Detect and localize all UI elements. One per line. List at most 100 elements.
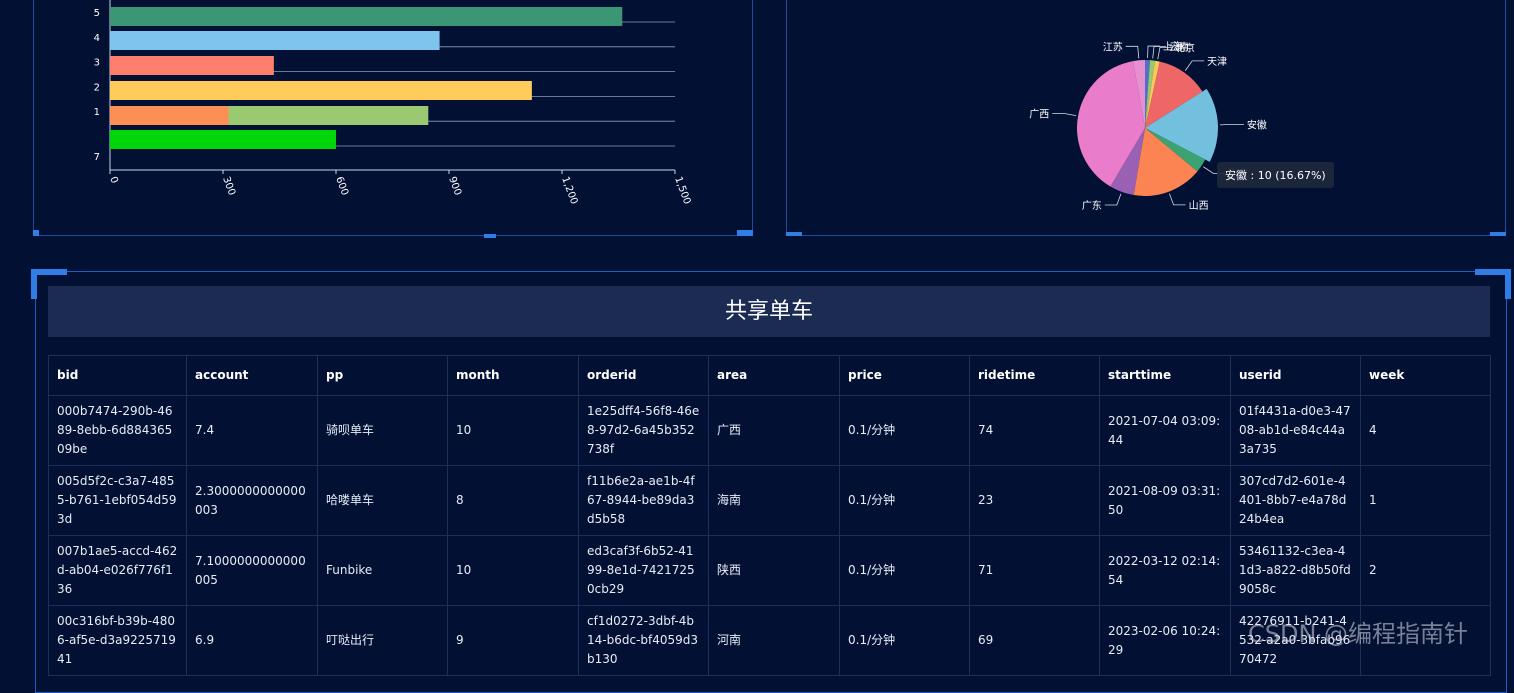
column-header-pp[interactable]: pp bbox=[317, 355, 448, 396]
cell-orderid: 1e25dff4-56f8-46e8-97d2-6a45b352738f bbox=[578, 395, 709, 466]
cell-ridetime: 74 bbox=[969, 395, 1100, 466]
cell-ridetime: 69 bbox=[969, 605, 1100, 676]
cell-bid: 007b1ae5-accd-462d-ab04-e026f776f136 bbox=[48, 535, 187, 606]
column-header-account[interactable]: account bbox=[186, 355, 318, 396]
cell-price: 0.1/分钟 bbox=[839, 535, 970, 606]
pie-label-line bbox=[1104, 193, 1122, 206]
table-row[interactable]: 007b1ae5-accd-462d-ab04-e026f776f136 7.10… bbox=[48, 535, 1491, 606]
bar-5[interactable] bbox=[110, 31, 440, 50]
cell-starttime: 2023-02-06 10:24:29 bbox=[1099, 605, 1231, 676]
cell-starttime: 2022-03-12 02:14:54 bbox=[1099, 535, 1231, 606]
bar-3[interactable] bbox=[110, 81, 532, 100]
pie-tooltip: 安徽 : 10 (16.67%) bbox=[1217, 162, 1334, 188]
cell-bid: 005d5f2c-c3a7-4855-b761-1ebf054d593d bbox=[48, 465, 187, 536]
cell-month: 10 bbox=[447, 395, 579, 466]
cell-area: 海南 bbox=[708, 465, 840, 536]
column-header-bid[interactable]: bid bbox=[48, 355, 187, 396]
cell-area: 广西 bbox=[708, 395, 840, 466]
cell-area: 陕西 bbox=[708, 535, 840, 606]
y-tick-label: 4 bbox=[94, 33, 100, 44]
cell-bid: 00c316bf-b39b-4806-af5e-d3a922571941 bbox=[48, 605, 187, 676]
column-header-starttime[interactable]: starttime bbox=[1099, 355, 1231, 396]
cell-userid: 01f4431a-d0e3-4708-ab1d-e84c44a3a735 bbox=[1230, 395, 1361, 466]
cell-account: 2.3000000000000003 bbox=[186, 465, 318, 536]
column-header-ridetime[interactable]: ridetime bbox=[969, 355, 1100, 396]
table-title: 共享单车 bbox=[48, 286, 1490, 337]
column-header-orderid[interactable]: orderid bbox=[578, 355, 709, 396]
pie-label: 广西 bbox=[1029, 108, 1049, 120]
cell-account: 7.4 bbox=[186, 395, 318, 466]
pie-label-line bbox=[1219, 123, 1244, 126]
x-tick-label: 1,200 bbox=[559, 175, 579, 206]
cell-price: 0.1/分钟 bbox=[839, 465, 970, 536]
pie-label-line bbox=[1184, 60, 1205, 71]
cell-pp: 骑呗单车 bbox=[317, 395, 448, 466]
cell-orderid: ed3caf3f-6b52-4199-8e1d-74217250cb29 bbox=[578, 535, 709, 606]
cell-month: 10 bbox=[447, 535, 579, 606]
table-header-row: bid account pp month orderid area price ridetim… bbox=[48, 355, 1491, 396]
pie-label: 江苏 bbox=[1103, 40, 1123, 53]
pie-label: 北京 bbox=[1175, 41, 1195, 54]
pie-label-line bbox=[1125, 45, 1140, 59]
y-tick-label: 7 bbox=[94, 152, 100, 163]
cell-area: 河南 bbox=[708, 605, 840, 676]
x-tick-label: 0 bbox=[107, 175, 120, 185]
pie-label: 山西 bbox=[1189, 200, 1209, 212]
pie-label: 天津 bbox=[1207, 56, 1227, 68]
cell-userid: 307cd7d2-601e-4401-8bb7-e4a78d24b4ea bbox=[1230, 465, 1361, 536]
x-tick-label: 600 bbox=[333, 175, 350, 197]
cell-userid: 53461132-c3ea-41d3-a822-d8b50fd9058c bbox=[1230, 535, 1361, 606]
bar-chart: 7123456 03006009001,2001,500 bbox=[94, 0, 692, 206]
column-header-area[interactable]: area bbox=[708, 355, 840, 396]
cell-account: 7.1000000000000005 bbox=[186, 535, 318, 606]
pie-chart[interactable]: 上海云南北京天津安徽山东山西广东广西江苏 bbox=[1000, 0, 1400, 225]
column-header-month[interactable]: month bbox=[447, 355, 579, 396]
panel-corner bbox=[737, 230, 753, 236]
cell-week: 4 bbox=[1360, 395, 1491, 466]
bar-2-overlay[interactable] bbox=[110, 106, 229, 125]
cell-ridetime: 71 bbox=[969, 535, 1100, 606]
cell-ridetime: 23 bbox=[969, 465, 1100, 536]
table-row[interactable]: 000b7474-290b-4689-8ebb-6d88436509be 7.4 骑… bbox=[48, 395, 1491, 466]
pie-label: 安徽 bbox=[1247, 118, 1267, 131]
cell-orderid: f11b6e2a-ae1b-4f67-8944-be89da3d5b58 bbox=[578, 465, 709, 536]
bar-6[interactable] bbox=[110, 7, 623, 26]
cell-starttime: 2021-07-04 03:09:44 bbox=[1099, 395, 1231, 466]
cell-price: 0.1/分钟 bbox=[839, 395, 970, 466]
panel-corner bbox=[31, 269, 37, 299]
cell-week: 1 bbox=[1360, 465, 1491, 536]
panel-corner bbox=[1490, 232, 1506, 236]
column-header-week[interactable]: week bbox=[1360, 355, 1491, 396]
cell-month: 8 bbox=[447, 465, 579, 536]
panel-corner bbox=[1505, 269, 1511, 299]
cell-week: 2 bbox=[1360, 535, 1491, 606]
y-tick-label: 1 bbox=[94, 107, 100, 118]
pie-label: 广东 bbox=[1082, 199, 1102, 212]
y-tick-label: 2 bbox=[94, 82, 100, 93]
cell-month: 9 bbox=[447, 605, 579, 676]
y-tick-label: 5 bbox=[94, 8, 100, 19]
cell-price: 0.1/分钟 bbox=[839, 605, 970, 676]
cell-starttime: 2021-08-09 03:31:50 bbox=[1099, 465, 1231, 536]
cell-pp: 哈喽单车 bbox=[317, 465, 448, 536]
panel-corner bbox=[484, 234, 496, 238]
x-tick-label: 300 bbox=[220, 175, 237, 197]
column-header-price[interactable]: price bbox=[839, 355, 970, 396]
panel-corner bbox=[786, 232, 802, 236]
x-tick-label: 900 bbox=[446, 175, 463, 197]
column-header-userid[interactable]: userid bbox=[1230, 355, 1361, 396]
x-tick-label: 1,500 bbox=[672, 175, 692, 206]
pie-label-line bbox=[1169, 193, 1186, 206]
cell-pp: Funbike bbox=[317, 535, 448, 606]
cell-orderid: cf1d0272-3dbf-4b14-b6dc-bf4059d3b130 bbox=[578, 605, 709, 676]
y-tick-label: 3 bbox=[94, 58, 100, 69]
cell-account: 6.9 bbox=[186, 605, 318, 676]
table-row[interactable]: 005d5f2c-c3a7-4855-b761-1ebf054d593d 2.30… bbox=[48, 465, 1491, 536]
panel-corner bbox=[33, 230, 39, 236]
bar-4[interactable] bbox=[110, 56, 274, 75]
pie-label-line bbox=[1052, 113, 1077, 116]
watermark: CSDN @编程指南针 bbox=[1248, 620, 1469, 648]
cell-pp: 叮哒出行 bbox=[317, 605, 448, 676]
cell-bid: 000b7474-290b-4689-8ebb-6d88436509be bbox=[48, 395, 187, 466]
bar-7[interactable] bbox=[110, 130, 336, 149]
